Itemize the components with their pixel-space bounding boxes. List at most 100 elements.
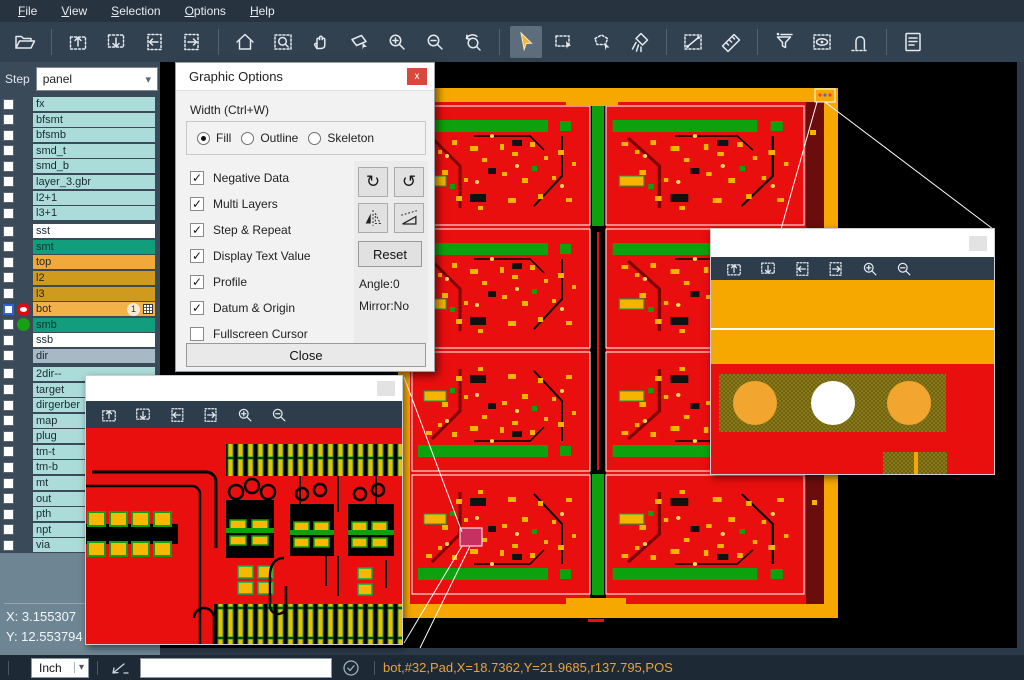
drag-view-button[interactable] — [343, 26, 375, 58]
layer-label[interactable]: fx — [33, 97, 155, 111]
layer-row-smt[interactable]: smt — [0, 240, 160, 254]
canvas-right-scrollbar[interactable] — [1017, 62, 1024, 655]
menu-view[interactable]: View — [51, 2, 97, 20]
layer-checkbox[interactable] — [3, 319, 14, 330]
option-multi-layers[interactable]: ✓Multi Layers — [190, 191, 311, 217]
rotate-cw-button[interactable]: ↻ — [358, 167, 388, 197]
layer-row-sst[interactable]: sst — [0, 224, 160, 238]
snap-corner-icon[interactable] — [110, 659, 130, 677]
zoom-in-button[interactable] — [857, 258, 883, 280]
layer-checkbox[interactable] — [3, 99, 14, 110]
zoom-in-button[interactable] — [381, 26, 413, 58]
width-radio-outline[interactable]: Outline — [241, 131, 298, 145]
dialog-close-button[interactable]: x — [407, 68, 427, 85]
layer-label[interactable]: smd_t — [33, 144, 155, 158]
zoom-out-button[interactable] — [266, 404, 292, 426]
layer-row-l3+1[interactable]: l3+1 — [0, 206, 160, 220]
rotate-ccw-button[interactable]: ↺ — [394, 167, 424, 197]
layer-row-l2+1[interactable]: l2+1 — [0, 191, 160, 205]
open-file-button[interactable] — [9, 26, 41, 58]
option-step-repeat[interactable]: ✓Step & Repeat — [190, 217, 311, 243]
layer-label[interactable]: bfsmt — [33, 113, 155, 127]
shift-left-button[interactable] — [789, 258, 815, 280]
filter-button[interactable] — [768, 26, 800, 58]
width-radio-skeleton[interactable]: Skeleton — [308, 131, 374, 145]
layer-checkbox[interactable] — [3, 130, 14, 141]
layer-checkbox[interactable] — [3, 257, 14, 268]
layer-label[interactable]: top — [33, 255, 155, 269]
shift-down-button[interactable] — [100, 26, 132, 58]
option-datum-origin[interactable]: ✓Datum & Origin — [190, 295, 311, 321]
layer-checkbox[interactable] — [3, 272, 14, 283]
layer-label[interactable]: l2+1 — [33, 191, 155, 205]
menu-selection[interactable]: Selection — [101, 2, 170, 20]
shift-up-button[interactable] — [721, 258, 747, 280]
layer-checkbox[interactable] — [3, 493, 14, 504]
layer-label[interactable]: bot1 — [33, 302, 155, 316]
layer-checkbox[interactable] — [3, 509, 14, 520]
menu-help[interactable]: Help — [240, 2, 285, 20]
layer-checkbox[interactable] — [3, 161, 14, 172]
magnifier-1-title-bar[interactable] — [86, 376, 402, 401]
zoom-window-button[interactable] — [267, 26, 299, 58]
layer-row-smd_t[interactable]: smd_t — [0, 144, 160, 158]
layer-checkbox[interactable] — [3, 400, 14, 411]
layer-checkbox[interactable] — [3, 478, 14, 489]
layer-row-smb[interactable]: smb — [0, 318, 160, 332]
width-radio-fill[interactable]: Fill — [197, 131, 231, 145]
polygon-select-button[interactable] — [586, 26, 618, 58]
layer-checkbox[interactable] — [3, 368, 14, 379]
layer-label[interactable]: smd_b — [33, 159, 155, 173]
layer-label[interactable]: layer_3.gbr — [33, 175, 155, 189]
layer-checkbox[interactable] — [3, 540, 14, 551]
confirm-circle-icon[interactable] — [342, 659, 360, 677]
shift-up-button[interactable] — [62, 26, 94, 58]
uturn-measure-button[interactable] — [844, 26, 876, 58]
layer-label[interactable]: l3+1 — [33, 206, 155, 220]
pan-hand-button[interactable] — [305, 26, 337, 58]
home-button[interactable] — [229, 26, 261, 58]
canvas-bottom-scrollbar[interactable] — [160, 648, 1017, 655]
layer-label[interactable]: smt — [33, 240, 155, 254]
dialog-title-bar[interactable]: Graphic Options x — [176, 63, 434, 91]
layer-row-layer_3.gbr[interactable]: layer_3.gbr — [0, 175, 160, 189]
layer-checkbox[interactable] — [3, 288, 14, 299]
layer-checkbox[interactable] — [3, 415, 14, 426]
layer-label[interactable]: ssb — [33, 333, 155, 347]
ruler-button[interactable] — [715, 26, 747, 58]
magnifier-2-title-bar[interactable] — [711, 229, 994, 257]
layer-checkbox[interactable] — [3, 384, 14, 395]
option-negative-data[interactable]: ✓Negative Data — [190, 165, 311, 191]
shift-right-button[interactable] — [198, 404, 224, 426]
report-list-button[interactable] — [897, 26, 929, 58]
clean-brush-button[interactable] — [624, 26, 656, 58]
option-display-text-value[interactable]: ✓Display Text Value — [190, 243, 311, 269]
layer-row-bot[interactable]: bot1 — [0, 302, 160, 316]
layer-checkbox[interactable] — [3, 431, 14, 442]
layer-checkbox[interactable] — [3, 208, 14, 219]
shift-right-button[interactable] — [176, 26, 208, 58]
layer-label[interactable]: bfsmb — [33, 128, 155, 142]
layer-label[interactable]: dir — [33, 349, 155, 363]
layer-row-l3[interactable]: l3 — [0, 287, 160, 301]
layer-checkbox[interactable] — [3, 176, 14, 187]
measure-line-button[interactable] — [677, 26, 709, 58]
layer-checkbox[interactable] — [3, 335, 14, 346]
layer-row-ssb[interactable]: ssb — [0, 333, 160, 347]
shift-down-button[interactable] — [755, 258, 781, 280]
reset-button[interactable]: Reset — [358, 241, 422, 267]
step-dropdown[interactable]: panel ▾ — [36, 67, 158, 91]
shift-right-button[interactable] — [823, 258, 849, 280]
rect-select-button[interactable] — [548, 26, 580, 58]
menu-options[interactable]: Options — [175, 2, 236, 20]
magnifier-2-close-button[interactable] — [969, 236, 987, 251]
layer-row-smd_b[interactable]: smd_b — [0, 159, 160, 173]
layer-label[interactable]: sst — [33, 224, 155, 238]
zoom-out-button[interactable] — [891, 258, 917, 280]
shift-left-button[interactable] — [164, 404, 190, 426]
close-button[interactable]: Close — [186, 343, 426, 367]
show-eye-button[interactable] — [806, 26, 838, 58]
layer-row-top[interactable]: top — [0, 255, 160, 269]
layer-checkbox[interactable] — [3, 192, 14, 203]
option-profile[interactable]: ✓Profile — [190, 269, 311, 295]
